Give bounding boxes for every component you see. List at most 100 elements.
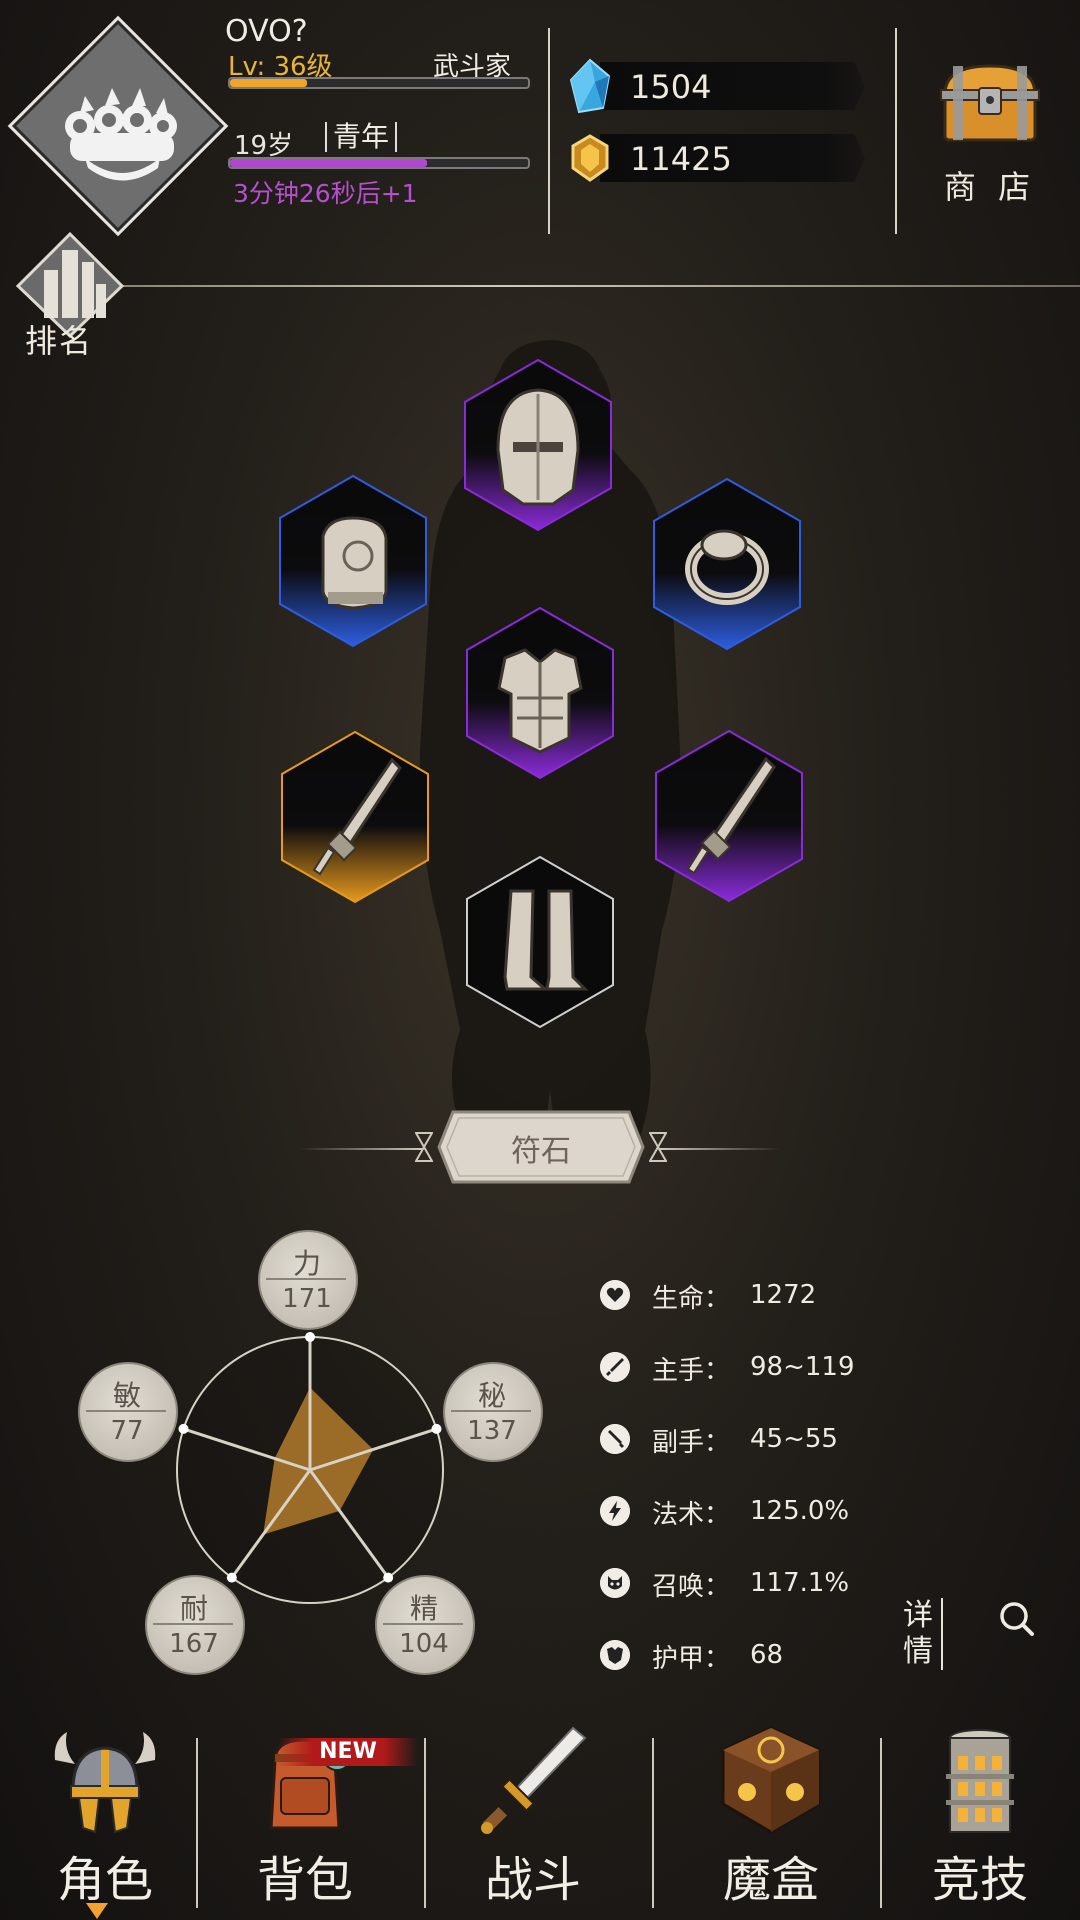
stat-endurance: 耐 167 xyxy=(145,1575,245,1675)
search-icon xyxy=(1000,1602,1034,1636)
attr-armor-label: 护甲： xyxy=(652,1644,731,1674)
attr-spell-value: 125.0% xyxy=(750,1496,850,1526)
nav-arena[interactable]: 竞技 xyxy=(875,1720,1080,1920)
stat-agility-value: 77 xyxy=(110,1416,144,1446)
main-weapon-icon xyxy=(312,757,402,876)
header-separator xyxy=(120,285,1080,287)
ring-icon xyxy=(685,529,769,605)
active-indicator-icon xyxy=(86,1903,108,1919)
stat-agility: 敏 77 xyxy=(78,1362,178,1462)
off-weapon-slot[interactable] xyxy=(654,729,804,903)
off-weapon-icon xyxy=(686,756,776,875)
attr-off-hand-value: 45~55 xyxy=(750,1424,838,1454)
arena-tower-icon xyxy=(946,1729,1014,1833)
stat-spirit-value: 104 xyxy=(399,1629,449,1659)
radar-dot-arcane xyxy=(431,1423,442,1434)
header-divider xyxy=(895,28,897,234)
stat-agility-name: 敏 xyxy=(112,1379,141,1412)
gold-coin-icon xyxy=(571,134,609,182)
viking-helmet-icon xyxy=(54,1732,156,1834)
armor-slot[interactable] xyxy=(465,606,615,780)
attr-armor-value: 68 xyxy=(750,1640,784,1670)
stat-strength-name: 力 xyxy=(292,1247,321,1280)
age-progress-bar xyxy=(228,157,530,169)
nav-battle[interactable]: 战斗 xyxy=(428,1720,638,1920)
stat-arcane: 秘 137 xyxy=(443,1362,543,1462)
stat-strength: 力 171 xyxy=(258,1230,358,1330)
shop-button[interactable]: 商 店 xyxy=(925,50,1055,210)
nav-magic-box[interactable]: 魔盒 xyxy=(666,1720,876,1920)
attr-summon-label: 召唤： xyxy=(652,1572,731,1602)
attr-summon-value: 117.1% xyxy=(750,1568,850,1598)
lightning-icon xyxy=(600,1496,630,1526)
rune-divider-left xyxy=(300,1148,422,1150)
life-stage: 青年 xyxy=(325,122,398,152)
details-label: 详情 xyxy=(903,1598,943,1670)
new-badge: NEW xyxy=(278,1738,418,1766)
stat-spirit: 精 104 xyxy=(375,1575,475,1675)
age-timer: 3分钟26秒后+1 xyxy=(233,179,418,208)
armor-icon xyxy=(600,1640,630,1670)
level-progress-fill xyxy=(230,79,308,87)
stat-arcane-name: 秘 xyxy=(477,1379,506,1412)
stat-spirit-name: 精 xyxy=(409,1592,438,1625)
ring-slot[interactable] xyxy=(652,477,802,651)
stat-radar-chart xyxy=(176,1332,444,1604)
summon-icon xyxy=(600,1568,630,1598)
helmet-slot[interactable] xyxy=(463,358,613,532)
nav-divider xyxy=(652,1738,654,1908)
magic-cube-icon xyxy=(721,1726,821,1834)
ranking-label: 排名 xyxy=(25,322,94,360)
treasure-chest-icon xyxy=(940,64,1040,142)
age-progress-fill xyxy=(230,159,427,167)
stat-endurance-value: 167 xyxy=(169,1629,219,1659)
nav-character[interactable]: 角色 xyxy=(0,1720,210,1920)
attr-off-hand-label: 副手： xyxy=(652,1428,731,1458)
gem-icon xyxy=(569,58,611,114)
attr-spell-label: 法术： xyxy=(652,1500,731,1530)
helmet-icon xyxy=(496,388,580,506)
attr-hp-value: 1272 xyxy=(750,1280,817,1310)
boots-icon xyxy=(503,889,589,991)
ranking-button[interactable]: 排名 xyxy=(10,228,130,360)
attr-main-hand-label: 主手： xyxy=(652,1356,731,1386)
gloves-icon xyxy=(321,516,388,610)
sword-icon xyxy=(481,1726,587,1834)
main-weapon-slot[interactable] xyxy=(280,730,430,904)
bottom-nav: 角色 NEW 背包 战斗 魔盒 竞技 xyxy=(0,1720,1080,1920)
stat-endurance-name: 耐 xyxy=(179,1592,208,1625)
gold-counter[interactable]: 11425 xyxy=(565,134,875,182)
hourglass-icon xyxy=(415,1132,433,1162)
radar-dot-strength xyxy=(305,1332,315,1342)
nav-arena-label: 竞技 xyxy=(931,1852,1028,1908)
hourglass-icon xyxy=(649,1132,667,1162)
offhand-icon xyxy=(600,1424,630,1454)
gold-amount: 11425 xyxy=(630,140,732,178)
attr-hp-label: 生命： xyxy=(652,1284,731,1314)
gem-counter[interactable]: 1504 xyxy=(565,58,875,114)
sword-icon xyxy=(600,1352,630,1382)
nav-backpack[interactable]: NEW 背包 xyxy=(200,1720,418,1920)
header-divider xyxy=(548,28,550,234)
level-progress-bar xyxy=(228,77,530,89)
rune-button-label: 符石 xyxy=(511,1134,571,1169)
rune-button[interactable]: 符石 xyxy=(415,1108,667,1186)
nav-character-label: 角色 xyxy=(56,1852,153,1908)
player-name: OVO? xyxy=(225,14,308,49)
gem-amount: 1504 xyxy=(630,68,712,106)
stat-strength-value: 171 xyxy=(282,1284,332,1314)
avatar[interactable] xyxy=(7,15,229,237)
heart-icon xyxy=(600,1280,630,1310)
brass-knuckles-icon xyxy=(65,88,177,181)
nav-divider xyxy=(196,1738,198,1908)
radar-dot-agility xyxy=(178,1423,189,1434)
nav-backpack-label: 背包 xyxy=(256,1852,353,1908)
shop-label: 商 店 xyxy=(943,168,1037,206)
attr-main-hand-value: 98~119 xyxy=(750,1352,855,1382)
boots-slot[interactable] xyxy=(465,855,615,1029)
nav-battle-label: 战斗 xyxy=(484,1852,581,1908)
nav-divider xyxy=(424,1738,426,1908)
stat-arcane-value: 137 xyxy=(467,1416,517,1446)
armor-icon xyxy=(497,648,583,754)
gloves-slot[interactable] xyxy=(278,474,428,648)
